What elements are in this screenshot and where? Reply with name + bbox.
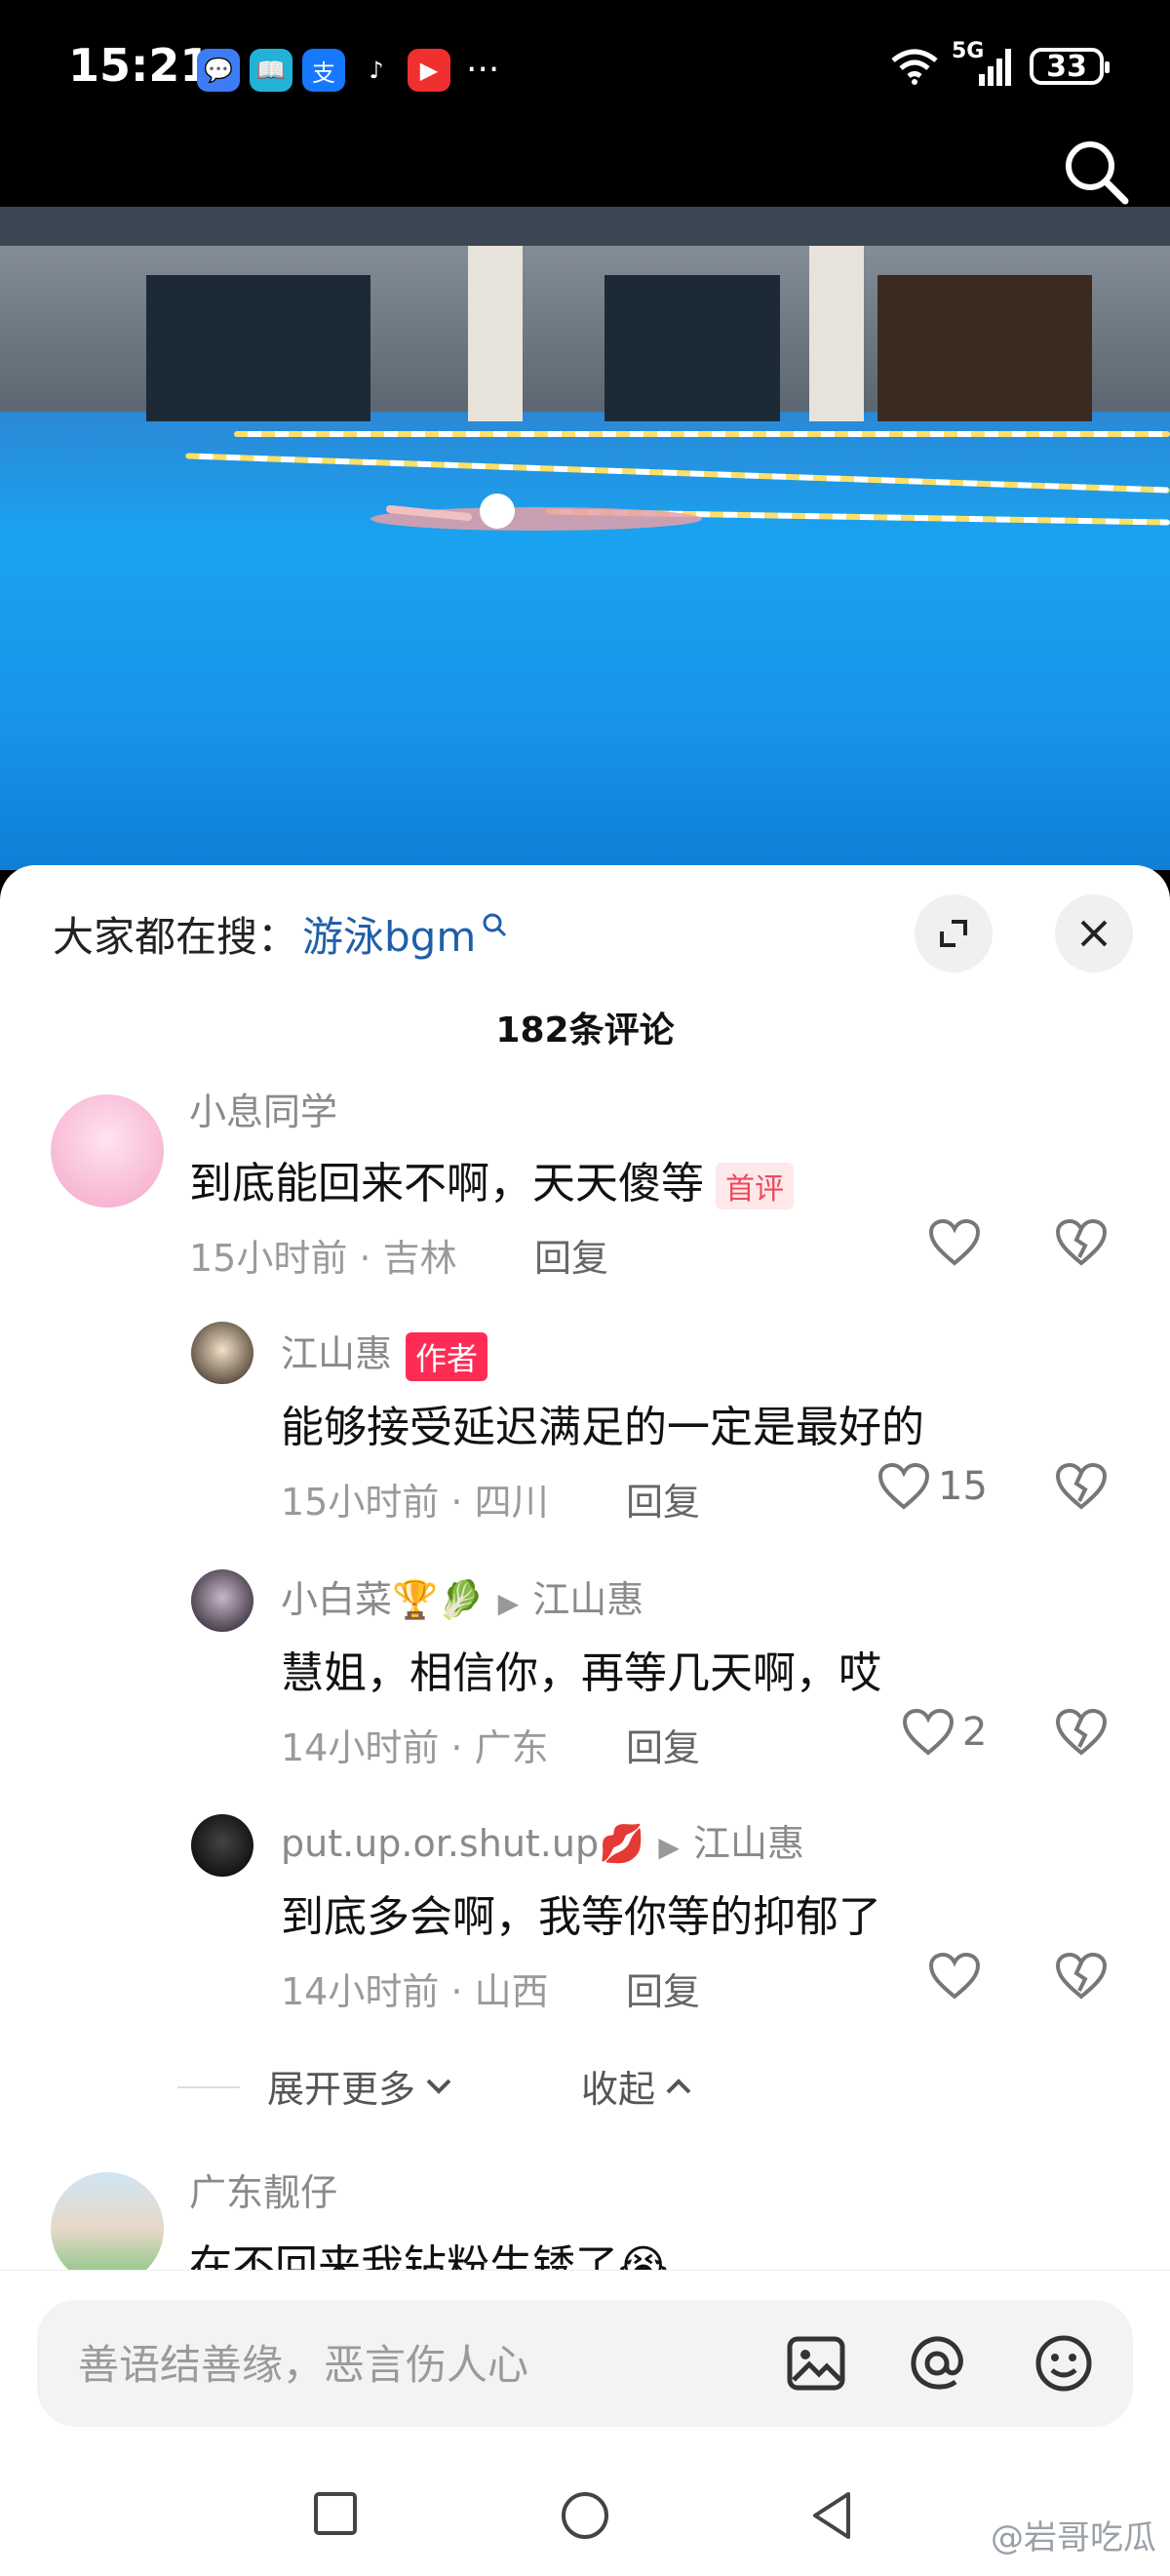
broken-heart-icon	[1055, 1952, 1108, 2000]
avatar[interactable]	[51, 1094, 164, 1208]
dislike-button[interactable]	[1055, 1952, 1108, 2001]
comment-time-location: 15小时前 · 四川	[281, 1481, 549, 1524]
reply-to-user[interactable]: 江山惠	[693, 1822, 804, 1865]
video-app-icon: ▶	[408, 49, 450, 92]
chevron-down-icon	[426, 2079, 451, 2094]
battery-indicator: 33	[1030, 48, 1110, 85]
like-button[interactable]: 15	[878, 1462, 988, 1511]
comment-time-location: 15小时前 · 吉林	[189, 1237, 457, 1280]
broken-heart-icon	[1055, 1708, 1108, 1756]
avatar[interactable]	[51, 2172, 164, 2285]
status-indicators: 5G 33	[889, 39, 1110, 88]
heart-icon	[902, 1708, 955, 1756]
comment-time-location: 14小时前 · 广东	[281, 1726, 549, 1769]
comment-time-location: 14小时前 · 山西	[281, 1970, 549, 2013]
video-player[interactable]	[0, 207, 1170, 870]
back-icon[interactable]	[809, 2490, 856, 2541]
reader-app-icon: 📖	[250, 49, 292, 92]
search-small-icon	[483, 913, 507, 936]
comment-input-bar: @岩哥吃瓜	[0, 2270, 1170, 2576]
comment-text: 能够接受延迟满足的一定是最好的	[281, 1403, 924, 1452]
signal-bars-icon	[979, 49, 1011, 86]
reply-arrow-icon: ▶	[658, 1831, 680, 1863]
broken-heart-icon	[1055, 1218, 1108, 1266]
expand-more-button[interactable]: 展开更多	[267, 2059, 454, 2113]
expand-button[interactable]	[915, 894, 993, 972]
status-bar: 15:21 💬 📖 支 ♪ ▶ ··· 5G 33	[0, 0, 1170, 207]
more-notifications-icon: ···	[466, 50, 500, 90]
video-background-building	[0, 207, 1170, 421]
expand-icon	[940, 920, 967, 947]
comment-text: 到底能回来不啊，天天傻等 首评	[189, 1148, 794, 1210]
heart-icon	[928, 1218, 981, 1266]
dislike-button[interactable]	[1055, 1462, 1108, 1511]
divider-line	[177, 2086, 240, 2088]
mention-icon[interactable]	[907, 2333, 967, 2394]
comment-username[interactable]: 小息同学	[189, 1082, 337, 1135]
wifi-icon	[891, 49, 938, 85]
watermark: @岩哥吃瓜	[991, 2518, 1156, 2557]
comment-username[interactable]: put.up.or.shut.up💋 ▶ 江山惠	[281, 1813, 804, 1867]
comment-username[interactable]: 小白菜🏆🥬 ▶ 江山惠	[281, 1569, 644, 1623]
recent-apps-icon[interactable]	[312, 2490, 359, 2537]
like-button[interactable]	[928, 1218, 989, 1267]
swimmer	[370, 494, 702, 531]
reply-arrow-icon: ▶	[497, 1587, 520, 1619]
heart-icon	[928, 1952, 981, 2000]
dislike-button[interactable]	[1055, 1708, 1108, 1757]
signal-indicator: 5G	[952, 39, 1018, 88]
comment-input-container	[37, 2300, 1133, 2427]
avatar[interactable]	[191, 1569, 254, 1632]
broken-heart-icon	[1055, 1462, 1108, 1510]
first-comment-badge: 首评	[716, 1163, 794, 1209]
close-icon	[1080, 920, 1108, 947]
battery-level: 33	[1046, 49, 1087, 84]
dislike-button[interactable]	[1055, 1218, 1108, 1267]
emoji-icon[interactable]	[1034, 2333, 1094, 2394]
home-icon[interactable]	[560, 2490, 610, 2541]
status-time: 15:21	[68, 39, 212, 92]
image-icon[interactable]	[786, 2333, 846, 2394]
reply-to-user[interactable]: 江山惠	[532, 1578, 644, 1621]
collapse-button[interactable]: 收起	[581, 2059, 694, 2113]
avatar[interactable]	[191, 1814, 254, 1877]
trending-prefix: 大家都在搜：	[53, 913, 299, 961]
reply-button[interactable]: 回复	[626, 1718, 700, 1771]
comment-username[interactable]: 广东靓仔	[189, 2162, 337, 2216]
message-app-icon: 💬	[197, 49, 240, 92]
chevron-up-icon	[666, 2078, 691, 2093]
reply-button[interactable]: 回复	[626, 1962, 700, 2015]
like-count: 2	[962, 1710, 988, 1755]
system-nav-bar: @岩哥吃瓜	[0, 2451, 1170, 2576]
close-button[interactable]	[1055, 894, 1133, 972]
comment-count: 182条评论	[495, 1011, 675, 1050]
like-button[interactable]	[928, 1952, 989, 2001]
avatar[interactable]	[191, 1322, 254, 1384]
reply-button[interactable]: 回复	[534, 1228, 608, 1282]
douyin-app-icon: ♪	[355, 49, 398, 92]
trending-term[interactable]: 游泳bgm	[302, 904, 476, 964]
author-badge: 作者	[406, 1331, 488, 1381]
alipay-app-icon: 支	[302, 49, 345, 92]
comment-text: 慧姐，相信你，再等几天啊，哎	[281, 1648, 881, 1698]
comment-username[interactable]: 江山惠 作者	[281, 1324, 488, 1381]
like-count: 15	[938, 1464, 988, 1509]
notification-icons: 💬 📖 支 ♪ ▶ ···	[197, 49, 499, 92]
comment-text: 到底多会啊，我等你等的抑郁了	[281, 1892, 881, 1942]
reply-button[interactable]: 回复	[626, 1472, 700, 1526]
like-button[interactable]: 2	[902, 1708, 987, 1757]
trending-search[interactable]: 大家都在搜： 游泳bgm	[53, 904, 509, 964]
heart-icon	[878, 1462, 930, 1510]
search-icon[interactable]	[1061, 137, 1131, 207]
comment-input[interactable]	[76, 2329, 762, 2399]
